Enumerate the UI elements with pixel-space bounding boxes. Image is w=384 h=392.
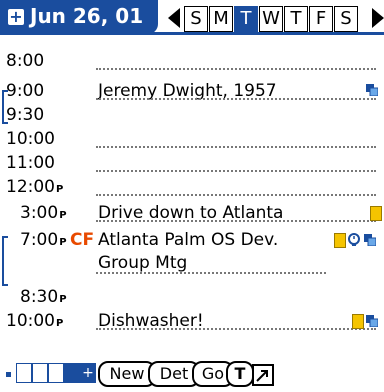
note-icon[interactable] bbox=[370, 206, 382, 221]
day-button-sat[interactable]: S bbox=[334, 6, 358, 32]
time-label[interactable]: 8:30P bbox=[20, 286, 86, 311]
time-label[interactable]: 10:00 bbox=[6, 128, 72, 150]
bottom-toolbar: + New Det Go T bbox=[0, 356, 384, 390]
note-icon[interactable] bbox=[334, 233, 346, 248]
category-badge: CF bbox=[70, 230, 95, 250]
today-button[interactable]: T bbox=[226, 361, 254, 387]
header-divider bbox=[0, 32, 384, 35]
day-button-thu[interactable]: T bbox=[284, 6, 308, 32]
next-week-arrow-icon[interactable] bbox=[372, 8, 384, 28]
time-label[interactable]: 9:00 bbox=[6, 80, 72, 102]
expand-icon[interactable] bbox=[252, 364, 274, 386]
event-line[interactable] bbox=[96, 170, 376, 172]
event-line[interactable] bbox=[96, 328, 376, 330]
repeat-icon bbox=[366, 84, 378, 96]
time-label[interactable]: 9:30 bbox=[6, 104, 72, 126]
alarm-icon bbox=[348, 233, 360, 246]
repeat-icon bbox=[364, 234, 376, 246]
plus-icon[interactable]: + bbox=[80, 363, 96, 383]
time-label[interactable]: 12:00P bbox=[6, 176, 72, 201]
time-label[interactable]: 11:00 bbox=[6, 152, 72, 174]
event-line[interactable] bbox=[96, 68, 376, 70]
event-line[interactable] bbox=[96, 194, 376, 196]
event-line[interactable] bbox=[96, 220, 376, 222]
event-line[interactable] bbox=[96, 98, 376, 100]
time-label[interactable]: 10:00P bbox=[6, 310, 72, 335]
day-button-tue[interactable]: T bbox=[234, 6, 258, 32]
day-button-fri[interactable]: F bbox=[309, 6, 333, 32]
date-label: Jun 26, 01 bbox=[30, 4, 144, 28]
day-button-mon[interactable]: M bbox=[209, 6, 233, 32]
time-label[interactable]: 8:00 bbox=[6, 50, 72, 72]
week-view-icon[interactable] bbox=[32, 363, 48, 383]
dot-icon bbox=[6, 372, 11, 377]
event-description[interactable]: Atlanta Palm OS Dev. Group Mtg bbox=[98, 229, 324, 275]
event-duration-bracket bbox=[2, 236, 8, 286]
event-line[interactable] bbox=[96, 146, 376, 148]
day-button-wed[interactable]: W bbox=[259, 6, 283, 32]
week-day-selector: S M T W T F S bbox=[184, 6, 359, 32]
date-title[interactable]: + Jun 26, 01 bbox=[8, 4, 143, 28]
note-icon[interactable] bbox=[352, 314, 364, 329]
time-label[interactable]: 3:00P bbox=[20, 202, 86, 227]
repeat-icon bbox=[366, 315, 378, 327]
day-view-icon[interactable] bbox=[16, 363, 32, 383]
event-line[interactable] bbox=[96, 272, 326, 274]
prev-week-arrow-icon[interactable] bbox=[168, 8, 180, 28]
agenda-view-icon[interactable] bbox=[64, 363, 80, 383]
plus-icon: + bbox=[8, 7, 24, 26]
day-button-sun[interactable]: S bbox=[184, 6, 208, 32]
month-view-icon[interactable] bbox=[48, 363, 64, 383]
